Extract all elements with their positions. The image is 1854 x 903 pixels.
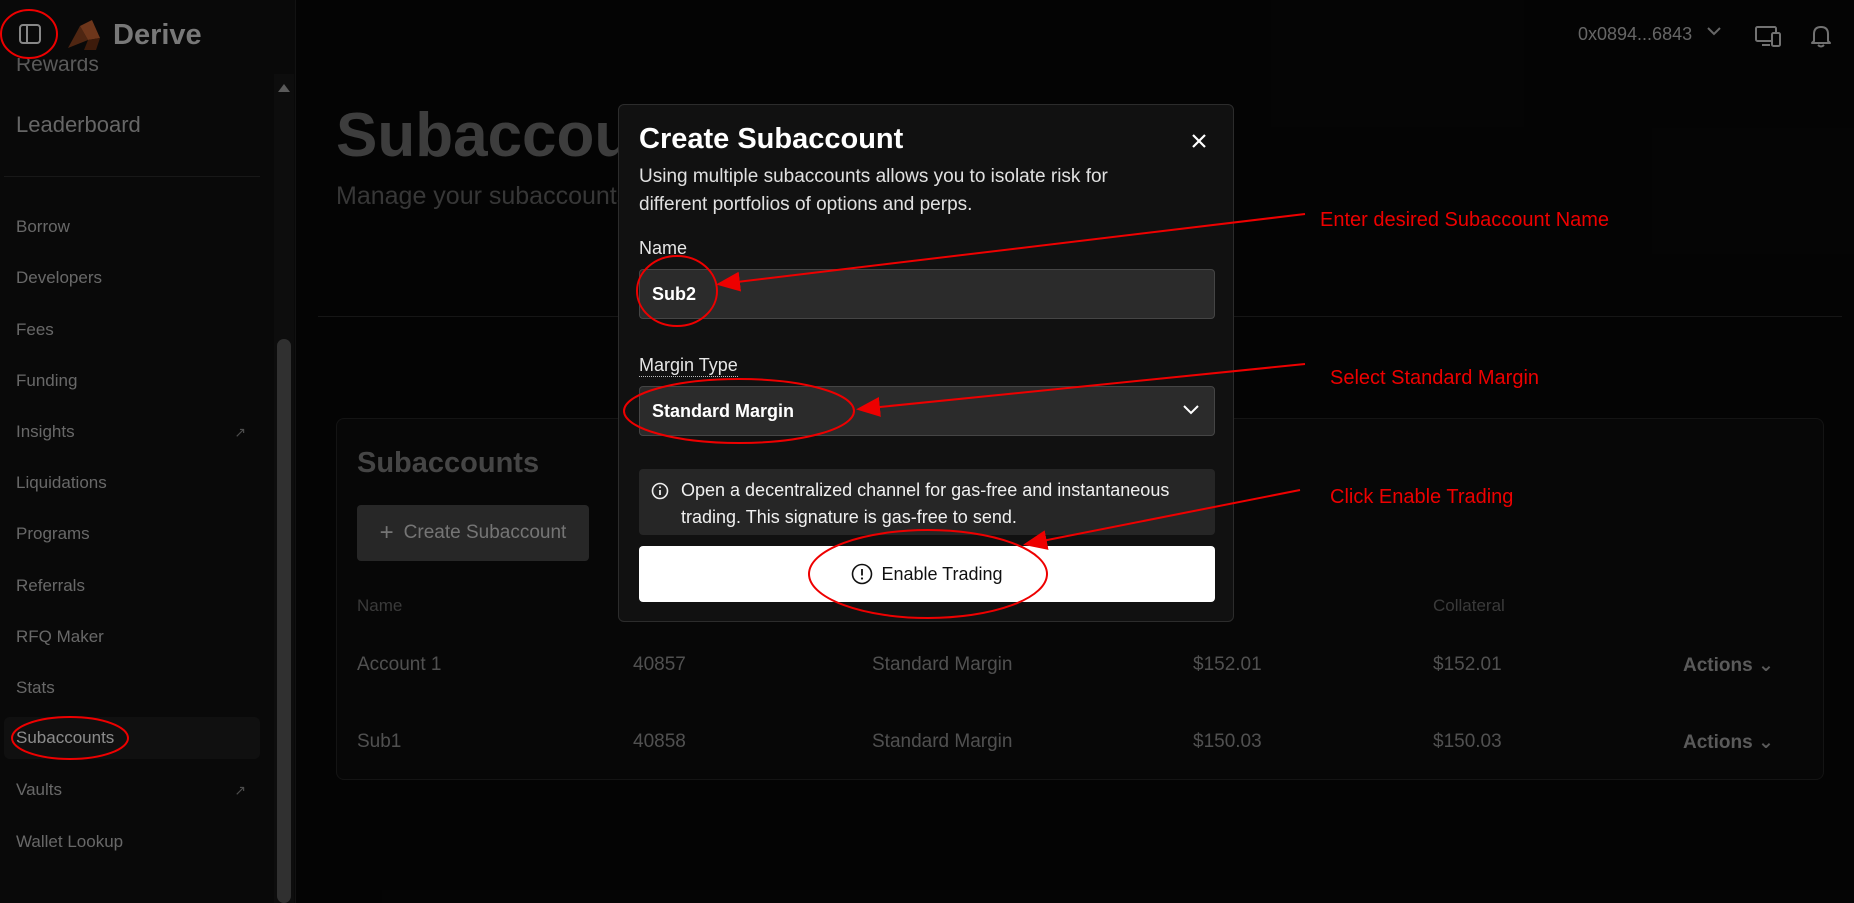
- annotation-click-enable: Click Enable Trading: [1330, 486, 1514, 508]
- info-icon: [651, 482, 669, 500]
- app-root: Derive Rewards Leaderboard Borrow Develo…: [0, 0, 1854, 903]
- chevron-down-icon: [1183, 405, 1199, 415]
- margin-type-value: Standard Margin: [652, 401, 795, 421]
- alert-circle-icon: [852, 563, 873, 585]
- annotation-enter-name: Enter desired Subaccount Name: [1320, 209, 1610, 231]
- modal-title: Create Subaccount: [639, 123, 904, 155]
- create-subaccount-modal: Create Subaccount Using multiple subacco…: [618, 104, 1234, 622]
- close-icon: [1192, 134, 1206, 148]
- enable-trading-button[interactable]: Enable Trading: [639, 546, 1215, 602]
- subaccount-name-input[interactable]: [639, 269, 1215, 319]
- annotation-select-margin: Select Standard Margin: [1330, 367, 1540, 389]
- margin-type-label: Margin Type: [639, 355, 738, 377]
- modal-description: Using multiple subaccounts allows you to…: [639, 166, 1108, 215]
- enable-trading-label: Enable Trading: [881, 563, 1003, 584]
- margin-type-select[interactable]: Standard Margin: [639, 386, 1215, 436]
- info-notice: Open a decentralized channel for gas-fre…: [639, 469, 1215, 535]
- info-text: Open a decentralized channel for gas-fre…: [681, 480, 1170, 527]
- name-label: Name: [639, 238, 688, 258]
- close-button[interactable]: [1185, 127, 1213, 155]
